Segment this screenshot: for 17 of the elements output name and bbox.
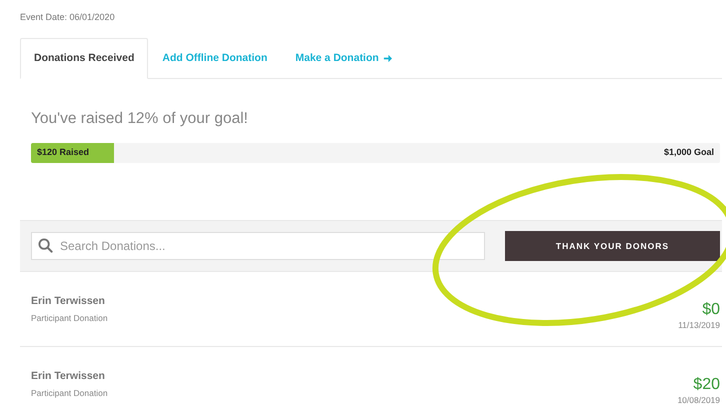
goal-amount: $1,000 Goal <box>664 146 715 160</box>
donation-amount: $20 <box>693 376 720 394</box>
search-field[interactable]: Search Donations... <box>31 232 485 260</box>
arrow-right-icon <box>382 54 392 63</box>
donation-date: 10/08/2019 <box>677 394 720 406</box>
donation-date: 11/13/2019 <box>678 318 720 332</box>
tab[interactable]: Donations Received <box>20 38 148 79</box>
search-icon <box>38 238 53 253</box>
donor-name: Erin Terwissen <box>31 368 106 384</box>
raised-amount: $120 Raised <box>36 146 90 160</box>
donation-amount: $0 <box>702 300 720 319</box>
goal-heading: You've raised 12% of your goal! <box>30 109 249 129</box>
donor-name: Erin Terwissen <box>31 294 106 309</box>
donation-type: Participant Donation <box>31 312 108 324</box>
event-date: Event Date: 06/01/2020 <box>20 11 116 23</box>
donation-type: Participant Donation <box>31 386 108 400</box>
thank-donors-button[interactable]: THANK YOUR DONORS <box>505 231 720 261</box>
